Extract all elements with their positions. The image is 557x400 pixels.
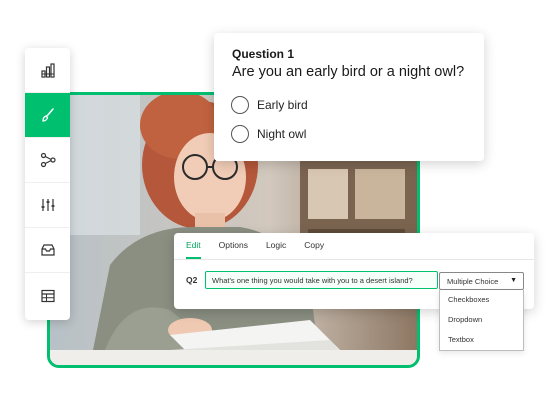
sliders-icon	[41, 199, 54, 211]
answer-option-label: Night owl	[257, 126, 307, 141]
toolbar-item-logic[interactable]	[25, 138, 70, 183]
answer-option-label: Early bird	[257, 97, 308, 112]
radio-button[interactable]	[231, 124, 249, 143]
question-number: Question 1	[232, 47, 295, 61]
menu-item-dropdown[interactable]: Dropdown	[440, 310, 523, 330]
answer-option[interactable]: Early bird	[231, 90, 466, 119]
tab-options[interactable]: Options	[219, 233, 248, 259]
builder-toolbar	[25, 48, 70, 320]
inbox-tray-icon	[40, 244, 55, 256]
table-grid-icon	[40, 289, 55, 302]
question-text-input[interactable]: What's one thing you would take with you…	[205, 271, 438, 289]
question-type-menu: Checkboxes Dropdown Textbox	[439, 290, 524, 351]
menu-item-checkboxes[interactable]: Checkboxes	[440, 290, 523, 310]
toolbar-item-collect[interactable]	[25, 228, 70, 273]
question-preview-card: Question 1 Are you an early bird or a ni…	[214, 33, 484, 161]
logic-branch-icon	[40, 152, 56, 168]
tab-copy[interactable]: Copy	[304, 233, 324, 259]
radio-button[interactable]	[231, 95, 249, 114]
bar-chart-icon	[40, 63, 55, 78]
toolbar-item-design[interactable]	[25, 93, 70, 138]
tab-edit[interactable]: Edit	[186, 233, 201, 259]
question-label: Q2	[186, 275, 198, 285]
toolbar-item-results[interactable]	[25, 273, 70, 318]
question-type-selected: Multiple Choice	[447, 276, 499, 286]
paintbrush-icon	[41, 108, 54, 122]
toolbar-item-settings[interactable]	[25, 183, 70, 228]
editor-tabs: Edit Options Logic Copy	[174, 233, 534, 260]
toolbar-item-analyze[interactable]	[25, 48, 70, 93]
caret-down-icon: ▼	[510, 277, 517, 284]
answer-option[interactable]: Night owl	[231, 119, 466, 148]
question-type-select[interactable]: Multiple Choice ▼	[439, 272, 524, 290]
tab-logic[interactable]: Logic	[266, 233, 286, 259]
menu-item-textbox[interactable]: Textbox	[440, 330, 523, 350]
question-text: Are you an early bird or a night owl?	[232, 64, 465, 80]
